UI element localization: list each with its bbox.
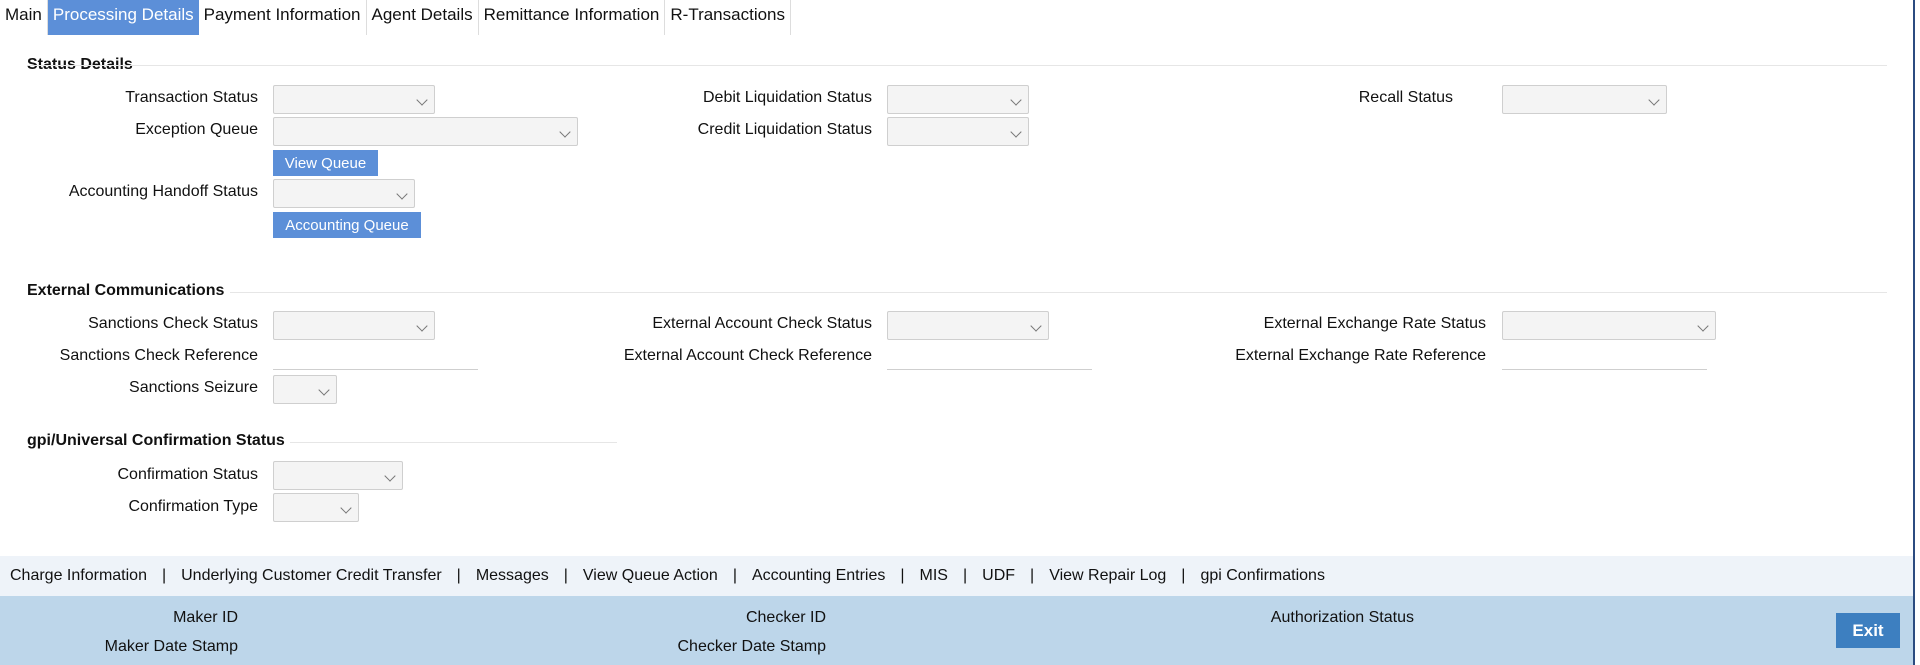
chevron-down-icon: [559, 126, 571, 138]
accounting-queue-button[interactable]: Accounting Queue: [273, 212, 421, 238]
recall-status-select[interactable]: [1502, 85, 1667, 114]
link-separator: |: [1030, 567, 1035, 584]
tab-payment-information[interactable]: Payment Information: [199, 0, 367, 35]
sanctions-check-status-label: Sanctions Check Status: [88, 315, 258, 332]
tab-r-transactions[interactable]: R-Transactions: [665, 0, 792, 35]
chevron-down-icon: [416, 94, 428, 106]
chevron-down-icon: [1010, 94, 1022, 106]
link-separator: |: [563, 567, 568, 584]
link-separator: |: [456, 567, 461, 584]
confirmation-type-label: Confirmation Type: [128, 498, 258, 515]
link-mis[interactable]: MIS: [920, 567, 948, 585]
view-queue-button[interactable]: View Queue: [273, 150, 378, 176]
external-account-check-reference-field[interactable]: [887, 343, 1092, 370]
tab-main[interactable]: Main: [0, 0, 48, 35]
audit-footer: Maker ID Maker Date Stamp Checker ID Che…: [0, 596, 1913, 665]
transaction-status-select[interactable]: [273, 85, 435, 114]
link-underlying-customer-credit-transfer[interactable]: Underlying Customer Credit Transfer: [181, 567, 442, 585]
link-separator: |: [732, 567, 737, 584]
action-links-bar: Charge Information | Underlying Customer …: [0, 556, 1913, 596]
external-communications-divider: [230, 292, 1887, 293]
link-view-repair-log[interactable]: View Repair Log: [1049, 567, 1166, 585]
transaction-status-label: Transaction Status: [125, 89, 258, 106]
link-messages[interactable]: Messages: [476, 567, 549, 585]
recall-status-label: Recall Status: [1358, 89, 1453, 106]
confirmation-status-select[interactable]: [273, 461, 403, 490]
exception-queue-label: Exception Queue: [135, 121, 258, 138]
tab-bar: Main Processing Details Payment Informat…: [0, 0, 792, 35]
link-charge-information[interactable]: Charge Information: [10, 567, 147, 585]
debit-liquidation-status-label: Debit Liquidation Status: [703, 89, 872, 106]
chevron-down-icon: [1030, 320, 1042, 332]
link-separator: |: [161, 567, 167, 584]
external-account-check-status-label: External Account Check Status: [652, 315, 872, 332]
sanctions-check-status-select[interactable]: [273, 311, 435, 340]
status-details-divider: [27, 65, 1887, 66]
external-exchange-rate-status-label: External Exchange Rate Status: [1263, 315, 1486, 332]
chevron-down-icon: [1697, 320, 1709, 332]
maker-date-stamp-label: Maker Date Stamp: [104, 638, 238, 655]
exception-queue-select[interactable]: [273, 117, 578, 146]
link-separator: |: [900, 567, 905, 584]
accounting-handoff-status-select[interactable]: [273, 179, 415, 208]
link-separator: |: [962, 567, 968, 584]
sanctions-seizure-label: Sanctions Seizure: [129, 379, 258, 396]
external-communications-title: External Communications: [27, 282, 225, 299]
sanctions-check-reference-field[interactable]: [273, 343, 478, 370]
authorization-status-label: Authorization Status: [1270, 609, 1414, 626]
confirmation-type-select[interactable]: [273, 493, 359, 522]
checker-date-stamp-label: Checker Date Stamp: [677, 638, 826, 655]
chevron-down-icon: [318, 384, 330, 396]
chevron-down-icon: [340, 502, 352, 514]
tab-processing-details[interactable]: Processing Details: [47, 0, 199, 35]
exit-button[interactable]: Exit: [1836, 613, 1900, 648]
chevron-down-icon: [396, 188, 408, 200]
external-account-check-status-select[interactable]: [887, 311, 1049, 340]
sanctions-seizure-select[interactable]: [273, 375, 337, 404]
external-exchange-rate-reference-field[interactable]: [1502, 343, 1707, 370]
external-account-check-reference-label: External Account Check Reference: [623, 347, 872, 364]
debit-liquidation-status-select[interactable]: [887, 85, 1029, 114]
tab-agent-details[interactable]: Agent Details: [367, 0, 479, 35]
chevron-down-icon: [1648, 94, 1660, 106]
checker-id-label: Checker ID: [745, 609, 826, 626]
credit-liquidation-status-label: Credit Liquidation Status: [697, 121, 872, 138]
gpi-divider: [290, 442, 617, 443]
link-separator: |: [1181, 567, 1186, 584]
link-view-queue-action[interactable]: View Queue Action: [583, 567, 718, 585]
chevron-down-icon: [1010, 126, 1022, 138]
link-gpi-confirmations[interactable]: gpi Confirmations: [1200, 567, 1325, 585]
chevron-down-icon: [416, 320, 428, 332]
link-udf[interactable]: UDF: [982, 567, 1015, 585]
confirmation-status-label: Confirmation Status: [117, 466, 258, 483]
chevron-down-icon: [384, 470, 396, 482]
accounting-handoff-status-label: Accounting Handoff Status: [68, 183, 258, 200]
external-exchange-rate-status-select[interactable]: [1502, 311, 1716, 340]
credit-liquidation-status-select[interactable]: [887, 117, 1029, 146]
gpi-confirmation-status-title: gpi/Universal Confirmation Status: [27, 432, 285, 449]
link-accounting-entries[interactable]: Accounting Entries: [752, 567, 885, 585]
window-right-border: [1913, 0, 1915, 665]
sanctions-check-reference-label: Sanctions Check Reference: [59, 347, 258, 364]
external-exchange-rate-reference-label: External Exchange Rate Reference: [1235, 347, 1486, 364]
tab-remittance-information[interactable]: Remittance Information: [479, 0, 666, 35]
maker-id-label: Maker ID: [173, 609, 238, 626]
